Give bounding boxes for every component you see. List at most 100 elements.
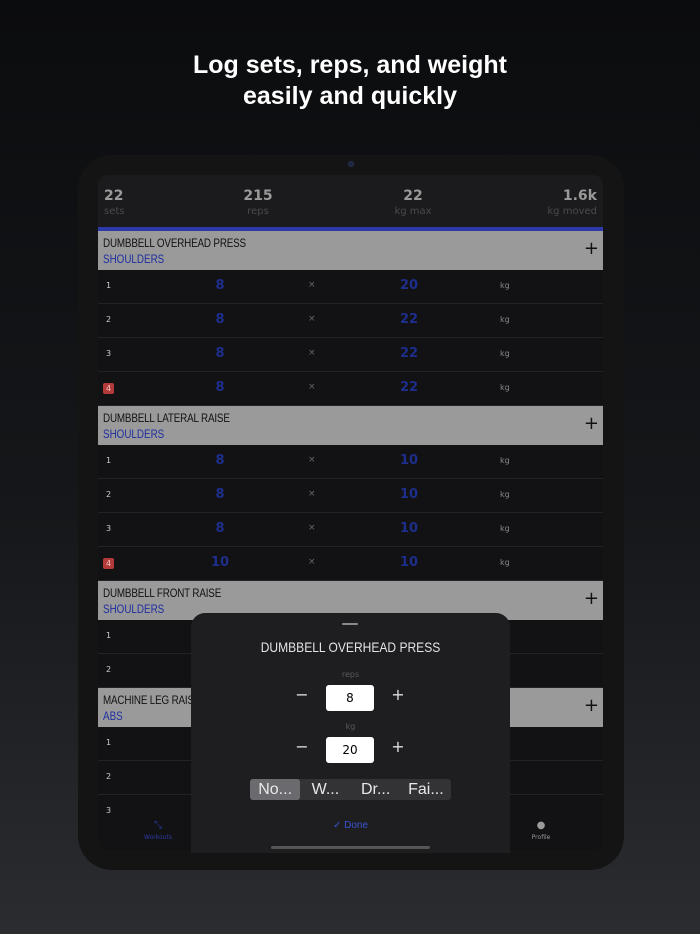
exercise-name: DUMBBELL OVERHEAD PRESS: [103, 236, 246, 250]
set-type-option[interactable]: Fai...: [401, 779, 451, 800]
set-row[interactable]: 4 8 × 22 kg: [98, 372, 603, 406]
tab-label: Workouts: [144, 834, 172, 841]
set-number: 3: [106, 524, 112, 533]
home-indicator: [271, 846, 430, 849]
set-row[interactable]: 4 10 × 10 kg: [98, 547, 603, 581]
reps-decrement-button[interactable]: −: [294, 687, 310, 703]
weight-unit: kg: [500, 490, 510, 499]
set-type-option[interactable]: Dr...: [351, 779, 401, 800]
set-row[interactable]: 2 8 × 10 kg: [98, 479, 603, 513]
exercise-header[interactable]: DUMBBELL LATERAL RAISE SHOULDERS +: [98, 406, 603, 445]
weight-unit: kg: [500, 524, 510, 533]
person-icon: ●: [536, 820, 546, 831]
set-row[interactable]: 2 8 × 22 kg: [98, 304, 603, 338]
weight-value[interactable]: 22: [394, 346, 424, 361]
add-set-button[interactable]: +: [584, 696, 599, 716]
times-symbol: ×: [308, 489, 316, 499]
stat-label: kg max: [394, 206, 432, 217]
edit-set-sheet: DUMBBELL OVERHEAD PRESS reps − 8 + kg − …: [191, 613, 510, 853]
reps-value[interactable]: 8: [206, 312, 234, 327]
checkmark-icon: ✓: [332, 820, 342, 831]
weight-unit: kg: [500, 281, 510, 290]
kg-increment-button[interactable]: +: [390, 739, 406, 755]
set-row[interactable]: 1 8 × 10 kg: [98, 445, 603, 479]
sheet-title: DUMBBELL OVERHEAD PRESS: [260, 639, 441, 655]
exercise-muscle: SHOULDERS: [103, 252, 165, 266]
weight-value[interactable]: 10: [394, 487, 424, 502]
set-number: 3: [106, 349, 112, 358]
weight-value[interactable]: 22: [394, 312, 424, 327]
stat-label: sets: [104, 206, 125, 217]
set-row[interactable]: 3 8 × 22 kg: [98, 338, 603, 372]
reps-value[interactable]: 8: [206, 453, 234, 468]
camera-icon: [348, 161, 354, 167]
exercise-muscle: SHOULDERS: [103, 427, 165, 441]
times-symbol: ×: [308, 455, 316, 465]
weight-unit: kg: [500, 349, 510, 358]
weight-value[interactable]: 22: [394, 380, 424, 395]
reps-value[interactable]: 10: [206, 555, 234, 570]
set-number: 1: [106, 281, 112, 290]
times-symbol: ×: [308, 557, 316, 567]
kg-label: kg: [345, 722, 356, 731]
set-number: 1: [106, 456, 112, 465]
set-number: 2: [106, 665, 112, 674]
weight-unit: kg: [500, 558, 510, 567]
reps-value[interactable]: 8: [206, 380, 234, 395]
add-set-button[interactable]: +: [584, 414, 599, 434]
headline: Log sets, reps, and weight easily and qu…: [0, 50, 700, 112]
set-row[interactable]: 1 8 × 20 kg: [98, 270, 603, 304]
set-number: 4: [103, 558, 115, 569]
stat-value: 22: [403, 188, 423, 204]
times-symbol: ×: [308, 280, 316, 290]
tab-workouts[interactable]: ⤡ Workouts: [138, 819, 178, 841]
headline-line-2: easily and quickly: [243, 82, 457, 110]
tab-label: Profile: [531, 834, 551, 841]
kg-input[interactable]: 20: [326, 737, 374, 763]
sheet-grabber[interactable]: [342, 623, 358, 625]
add-set-button[interactable]: +: [584, 589, 599, 609]
reps-value[interactable]: 8: [206, 521, 234, 536]
exercise-header[interactable]: DUMBBELL OVERHEAD PRESS SHOULDERS +: [98, 231, 603, 270]
add-set-button[interactable]: +: [584, 239, 599, 259]
headline-line-1: Log sets, reps, and weight: [193, 51, 507, 79]
times-symbol: ×: [308, 348, 316, 358]
reps-value[interactable]: 8: [206, 346, 234, 361]
done-button[interactable]: ✓ Done: [191, 820, 510, 831]
stat-value: 215: [243, 188, 273, 204]
exercise-name: DUMBBELL LATERAL RAISE: [103, 411, 230, 425]
weight-value[interactable]: 10: [394, 453, 424, 468]
weight-value[interactable]: 20: [394, 278, 424, 293]
tab-profile[interactable]: ● Profile: [521, 819, 561, 841]
stat-kg-moved: 1.6k kg moved: [547, 188, 597, 217]
set-number: 2: [106, 315, 112, 324]
times-symbol: ×: [308, 314, 316, 324]
times-symbol: ×: [308, 523, 316, 533]
weight-unit: kg: [500, 315, 510, 324]
reps-value[interactable]: 8: [206, 487, 234, 502]
weight-unit: kg: [500, 456, 510, 465]
stat-label: kg moved: [547, 206, 597, 217]
set-type-option[interactable]: W...: [300, 779, 350, 800]
done-label: Done: [344, 820, 369, 831]
set-type-selector: No... W... Dr... Fai...: [250, 779, 451, 800]
reps-label: reps: [341, 670, 360, 679]
exercise-name: DUMBBELL FRONT RAISE: [103, 586, 222, 600]
set-row[interactable]: 3 8 × 10 kg: [98, 513, 603, 547]
reps-input[interactable]: 8: [326, 685, 374, 711]
reps-increment-button[interactable]: +: [390, 687, 406, 703]
weight-unit: kg: [500, 383, 510, 392]
weight-value[interactable]: 10: [394, 555, 424, 570]
set-number: 4: [103, 383, 115, 394]
kg-decrement-button[interactable]: −: [294, 739, 310, 755]
stat-label: reps: [247, 206, 269, 217]
reps-value[interactable]: 8: [206, 278, 234, 293]
set-number: 3: [106, 806, 112, 815]
stat-sets: 22 sets: [104, 188, 125, 217]
times-symbol: ×: [308, 382, 316, 392]
stat-reps: 215 reps: [238, 188, 278, 217]
stat-value: 1.6k: [562, 188, 597, 204]
set-type-option[interactable]: No...: [250, 779, 301, 800]
weight-value[interactable]: 10: [394, 521, 424, 536]
stats-header: 22 sets 215 reps 22 kg max 1.6k kg moved: [98, 175, 603, 227]
